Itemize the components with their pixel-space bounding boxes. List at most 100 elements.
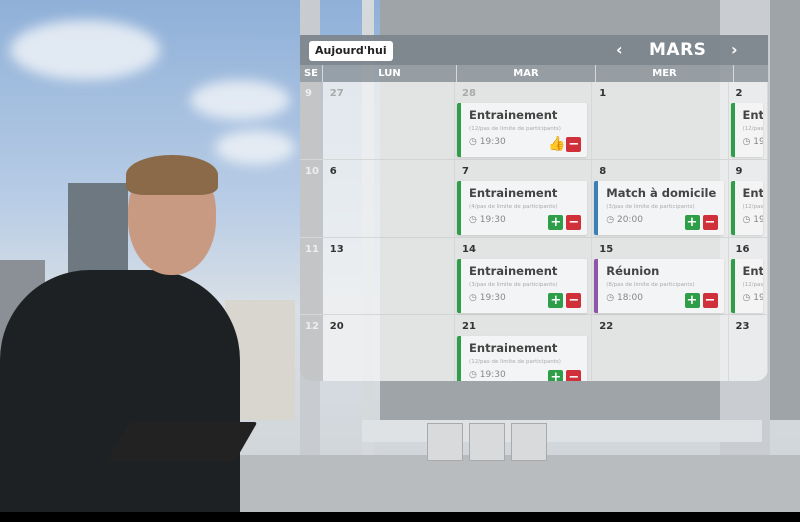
remove-participation-button[interactable]: −: [566, 293, 582, 308]
day-cell[interactable]: 23: [729, 315, 768, 381]
event-title: Entrainement: [742, 108, 764, 122]
event-title: Réunion: [606, 264, 660, 278]
add-participation-button[interactable]: +: [684, 293, 700, 308]
event-time-value: 19:30: [479, 293, 506, 303]
event-title: Entrainement: [742, 264, 764, 278]
column-header-week: SE: [300, 65, 323, 82]
day-number: 20: [329, 321, 344, 332]
event-title: Match à domicile: [606, 186, 717, 200]
week-number: 11: [300, 238, 323, 314]
event-participants: (4/pas de limite de participants): [469, 204, 558, 210]
week-row: 12 20 21 Entrainement (12/pas de limite de…: [300, 315, 768, 381]
remove-participation-button[interactable]: −: [566, 370, 582, 381]
remove-participation-button[interactable]: −: [566, 215, 582, 230]
event-participants: (8/pas de limite de participants): [606, 282, 695, 288]
add-participation-button[interactable]: +: [684, 215, 700, 230]
event-card[interactable]: Entrainement (12/pas de limite de partic…: [457, 103, 588, 157]
event-time-value: 19:30: [479, 215, 506, 225]
week-number: 9: [300, 82, 323, 159]
day-number: 7: [462, 166, 470, 177]
week-number: 10: [300, 160, 323, 237]
chevron-left-icon[interactable]: ‹: [616, 40, 623, 59]
day-cell[interactable]: 15 Réunion (8/pas de limite de participa…: [592, 238, 729, 314]
day-cell[interactable]: 13: [323, 238, 456, 314]
day-number: 22: [599, 321, 614, 332]
event-time: ◷ 19:30: [743, 215, 764, 225]
week-row: 11 13 14 Entrainement (3/pas de limite de …: [300, 238, 768, 315]
event-time: ◷ 19:30: [743, 293, 764, 303]
event-participants: (12/pas de limite de participants): [742, 282, 764, 288]
event-card[interactable]: Entrainement (12/pas de limite de partic…: [730, 181, 764, 235]
day-number: 23: [735, 321, 750, 332]
day-cell[interactable]: 8 Match à domicile (3/pas de limite de p…: [592, 160, 729, 237]
event-card[interactable]: Réunion (8/pas de limite de participants…: [594, 259, 724, 313]
day-cell[interactable]: 16 Entrainement (12/pas de limite de par…: [729, 238, 768, 314]
week-row: 10 6 7 Entrainement (4/pas de limite de pa…: [300, 160, 768, 238]
day-cell[interactable]: 20: [323, 315, 456, 381]
event-title: Entrainement: [742, 186, 764, 200]
column-header-mer: MER: [596, 65, 734, 82]
day-number: 16: [735, 244, 750, 255]
day-number: 6: [329, 166, 337, 177]
day-number: 8: [599, 166, 607, 177]
day-number: 15: [599, 244, 614, 255]
day-cell[interactable]: 7 Entrainement (4/pas de limite de parti…: [455, 160, 593, 237]
event-card[interactable]: Entrainement (3/pas de limite de partici…: [457, 259, 588, 313]
event-color-bar: [457, 181, 462, 235]
event-card[interactable]: Entrainement (12/pas de limite de partic…: [730, 103, 764, 157]
day-number: 21: [462, 321, 476, 332]
event-participants: (12/pas de limite de participants): [469, 126, 561, 132]
event-color-bar: [594, 181, 599, 235]
event-time: ◷ 19:30: [469, 370, 506, 380]
day-cell[interactable]: 9 Entrainement (12/pas de limite de part…: [729, 160, 768, 237]
event-color-bar: [730, 181, 735, 235]
remove-participation-button[interactable]: −: [702, 293, 718, 308]
event-time: ◷ 19:30: [743, 137, 764, 147]
clock-icon: ◷: [469, 137, 480, 147]
day-cell[interactable]: 22: [592, 315, 729, 381]
event-card[interactable]: Entrainement (12/pas de limite de partic…: [457, 336, 588, 381]
today-button[interactable]: Aujourd'hui: [309, 41, 393, 61]
day-cell[interactable]: 14 Entrainement (3/pas de limite de part…: [455, 238, 593, 314]
event-time: ◷ 20:00: [606, 215, 643, 225]
event-card[interactable]: Entrainement (4/pas de limite de partici…: [457, 181, 588, 235]
event-participants: (3/pas de limite de participants): [469, 282, 558, 288]
thumbs-up-icon[interactable]: 👍: [548, 137, 565, 152]
day-cell[interactable]: 27: [323, 82, 456, 159]
event-time-value: 19:30: [753, 293, 763, 303]
event-color-bar: [457, 103, 462, 157]
add-participation-button[interactable]: +: [548, 370, 564, 381]
clock-icon: ◷: [606, 215, 617, 225]
remove-participation-button[interactable]: −: [566, 137, 582, 152]
event-time: ◷ 19:30: [469, 215, 506, 225]
day-number: 1: [599, 88, 607, 99]
day-number: 27: [329, 88, 344, 99]
event-title: Entrainement: [469, 264, 558, 278]
event-time-value: 20:00: [616, 215, 643, 225]
event-card[interactable]: Match à domicile (3/pas de limite de par…: [594, 181, 724, 235]
day-cell[interactable]: 28 Entrainement (12/pas de limite de par…: [455, 82, 593, 159]
event-participants: (12/pas de limite de participants): [469, 359, 561, 365]
event-color-bar: [594, 259, 599, 313]
event-time-value: 19:30: [753, 215, 763, 225]
person: [0, 270, 240, 515]
day-cell[interactable]: 1: [592, 82, 729, 159]
remove-participation-button[interactable]: −: [702, 215, 718, 230]
add-participation-button[interactable]: +: [548, 293, 564, 308]
day-number: 2: [735, 88, 743, 99]
event-card[interactable]: Entrainement (12/pas de limite de partic…: [730, 259, 764, 313]
event-time: ◷ 18:00: [606, 293, 643, 303]
day-number: 28: [462, 88, 476, 99]
event-participants: (12/pas de limite de participants): [742, 126, 764, 132]
tablet: [106, 422, 258, 462]
chevron-right-icon[interactable]: ›: [731, 40, 738, 59]
day-cell[interactable]: 6: [323, 160, 456, 237]
day-cell[interactable]: 2 Entrainement (12/pas de limite de part…: [729, 82, 768, 159]
event-participants: (12/pas de limite de participants): [742, 204, 764, 210]
event-title: Entrainement: [469, 341, 558, 355]
event-time-value: 18:00: [616, 293, 643, 303]
clock-icon: ◷: [606, 293, 617, 303]
day-cell[interactable]: 21 Entrainement (12/pas de limite de par…: [455, 315, 593, 381]
clock-icon: ◷: [742, 293, 754, 303]
add-participation-button[interactable]: +: [548, 215, 564, 230]
